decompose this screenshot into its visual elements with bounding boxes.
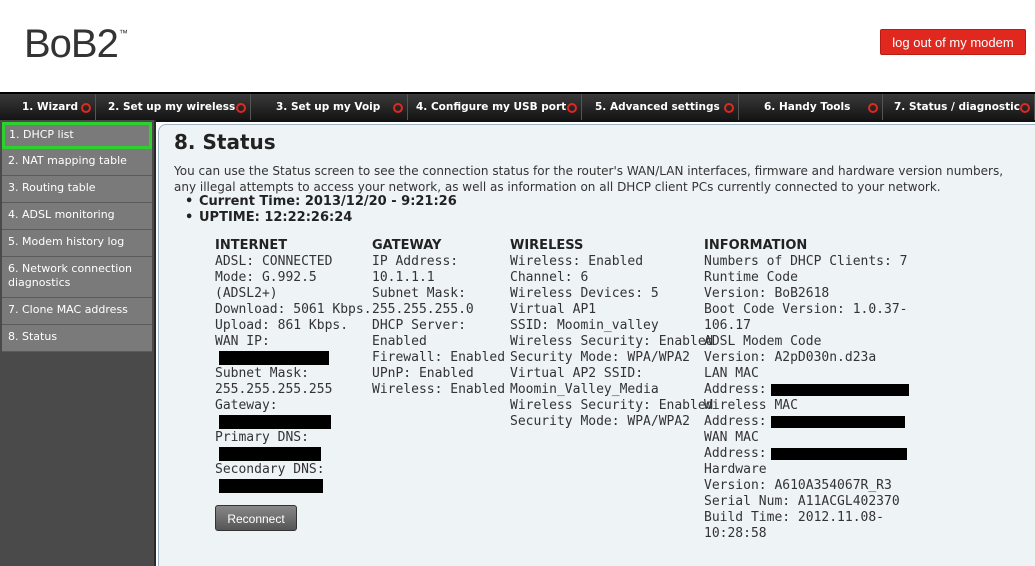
dhcp-server-value: Enabled: [372, 334, 427, 349]
wireless-security-2: Wireless Security: Enabled: [510, 398, 714, 413]
tab-status[interactable]: 7. Status / diagnostic: [883, 94, 1035, 120]
wireless-status: Wireless: Enabled: [510, 254, 644, 269]
logout-button[interactable]: log out of my modem: [880, 29, 1026, 55]
status-dot-icon: [567, 103, 577, 113]
gateway-label: Gateway:: [215, 398, 278, 413]
sidebar-item-adsl-monitoring[interactable]: 4. ADSL monitoring: [2, 203, 152, 230]
gateway-column: GATEWAY IP Address: 10.1.1.1 Subnet Mask…: [372, 238, 505, 398]
status-dot-icon: [1020, 103, 1030, 113]
wireless-ssid: SSID: Moomin_valley: [510, 318, 659, 333]
redacted-wan-mac: [770, 447, 907, 460]
subnet-label: Subnet Mask:: [215, 366, 309, 381]
download-speed: Download: 5061 Kbps.: [215, 302, 372, 317]
wireless-heading: WIRELESS: [510, 238, 584, 253]
intro-text: You can use the Status screen to see the…: [174, 164, 1004, 194]
adsl-modem-code-label: ADSL Modem Code: [704, 334, 822, 349]
dhcp-clients-count: Numbers of DHCP Clients: 7: [704, 254, 908, 269]
sidebar-item-nat-mapping[interactable]: 2. NAT mapping table: [2, 149, 152, 176]
adsl-status: ADSL: CONNECTED: [215, 254, 333, 269]
tab-handy-tools[interactable]: 6. Handy Tools: [739, 94, 883, 120]
lan-mac-address: Address:: [704, 382, 909, 398]
reconnect-button[interactable]: Reconnect: [215, 505, 297, 531]
lan-mac-label: LAN MAC: [704, 366, 759, 381]
primary-dns-label: Primary DNS:: [215, 430, 309, 445]
sidebar-item-routing-table[interactable]: 3. Routing table: [2, 176, 152, 203]
information-column: INFORMATION Numbers of DHCP Clients: 7 R…: [704, 238, 909, 542]
redacted-secondary-dns: [219, 479, 323, 493]
gateway-wireless-status: Wireless: Enabled: [372, 382, 506, 397]
redacted-wireless-mac: [770, 415, 905, 428]
runtime-code-label: Runtime Code: [704, 270, 798, 285]
top-navigation: 1. Wizard 2. Set up my wireless 3. Set u…: [0, 92, 1035, 122]
sidebar: 1. DHCP list 2. NAT mapping table 3. Rou…: [0, 120, 156, 566]
tab-wizard[interactable]: 1. Wizard: [0, 94, 96, 120]
virtual-ap2-ssid: Moomin_Valley_Media: [510, 382, 659, 397]
build-time-cont: 10:28:58: [704, 526, 767, 541]
wireless-devices: Wireless Devices: 5: [510, 286, 659, 301]
gateway-ip-value: 10.1.1.1: [372, 270, 435, 285]
serial-number: Serial Num: A11ACGL402370: [704, 494, 900, 509]
adsl-mode-detail: (ADSL2+): [215, 286, 278, 301]
gateway-heading: GATEWAY: [372, 238, 442, 253]
dhcp-server-label: DHCP Server:: [372, 318, 466, 333]
wireless-security: Wireless Security: Enabled: [510, 334, 714, 349]
gateway-subnet-label: Subnet Mask:: [372, 286, 466, 301]
runtime-code-version: Version: BoB2618: [704, 286, 830, 301]
secondary-dns-label: Secondary DNS:: [215, 462, 325, 477]
subnet-value: 255.255.255.255: [215, 382, 333, 397]
wireless-mac-address: Address:: [704, 414, 909, 430]
wan-ip-label: WAN IP:: [215, 334, 270, 349]
tab-advanced[interactable]: 5. Advanced settings: [582, 94, 739, 120]
current-time: • Current Time: 2013/12/20 - 9:21:26: [185, 194, 457, 209]
information-heading: INFORMATION: [704, 238, 808, 253]
boot-code-version-cont: 106.17: [704, 318, 751, 333]
redacted-lan-mac: [770, 383, 909, 396]
security-mode: Security Mode: WPA/WPA2: [510, 350, 691, 365]
sidebar-item-clone-mac[interactable]: 7. Clone MAC address: [2, 298, 152, 325]
adsl-mode: Mode: G.992.5: [215, 270, 317, 285]
wireless-mac-label: Wireless MAC: [704, 398, 798, 413]
status-dot-icon: [236, 103, 246, 113]
tab-usb[interactable]: 4. Configure my USB port: [408, 94, 582, 120]
upload-speed: Upload: 861 Kbps.: [215, 318, 349, 333]
redacted-wan-ip: [219, 351, 329, 365]
sidebar-item-network-diagnostics[interactable]: 6. Network connection diagnostics: [2, 257, 152, 298]
internet-heading: INTERNET: [215, 238, 288, 253]
status-dot-icon: [724, 103, 734, 113]
wireless-channel: Channel: 6: [510, 270, 589, 285]
redacted-gateway: [219, 415, 331, 429]
page-title: 8. Status: [174, 130, 276, 154]
wan-mac-address: Address:: [704, 446, 909, 462]
internet-column: INTERNET ADSL: CONNECTED Mode: G.992.5 (…: [215, 238, 372, 494]
sidebar-item-status[interactable]: 8. Status: [2, 325, 152, 352]
upnp-status: UPnP: Enabled: [372, 366, 474, 381]
status-dot-icon: [868, 103, 878, 113]
status-dot-icon: [81, 103, 91, 113]
tab-wireless[interactable]: 2. Set up my wireless: [96, 94, 251, 120]
wireless-column: WIRELESS Wireless: Enabled Channel: 6 Wi…: [510, 238, 714, 430]
wan-mac-label: WAN MAC: [704, 430, 759, 445]
build-time: Build Time: 2012.11.08-: [704, 510, 885, 525]
header: BoB2™ log out of my modem: [0, 0, 1035, 92]
sidebar-item-dhcp-list[interactable]: 1. DHCP list: [2, 122, 152, 149]
security-mode-2: Security Mode: WPA/WPA2: [510, 414, 691, 429]
boot-code-version: Boot Code Version: 1.0.37-: [704, 302, 908, 317]
hardware-label: Hardware: [704, 462, 767, 477]
main-content: 8. Status You can use the Status screen …: [158, 124, 1035, 566]
status-dot-icon: [393, 103, 403, 113]
adsl-modem-code-version: Version: A2pD030n.d23a: [704, 350, 877, 365]
firewall-status: Firewall: Enabled: [372, 350, 506, 365]
virtual-ap2-label: Virtual AP2 SSID:: [510, 366, 644, 381]
virtual-ap1: Virtual AP1: [510, 302, 597, 317]
brand-logo: BoB2™: [24, 22, 128, 66]
redacted-primary-dns: [219, 447, 321, 461]
tab-voip[interactable]: 3. Set up my Voip: [251, 94, 408, 120]
sidebar-item-modem-history[interactable]: 5. Modem history log: [2, 230, 152, 257]
uptime: • UPTIME: 12:22:26:24: [185, 210, 353, 225]
hardware-version: Version: A610A354067R_R3: [704, 478, 892, 493]
gateway-subnet-value: 255.255.255.0: [372, 302, 474, 317]
gateway-ip-label: IP Address:: [372, 254, 459, 269]
